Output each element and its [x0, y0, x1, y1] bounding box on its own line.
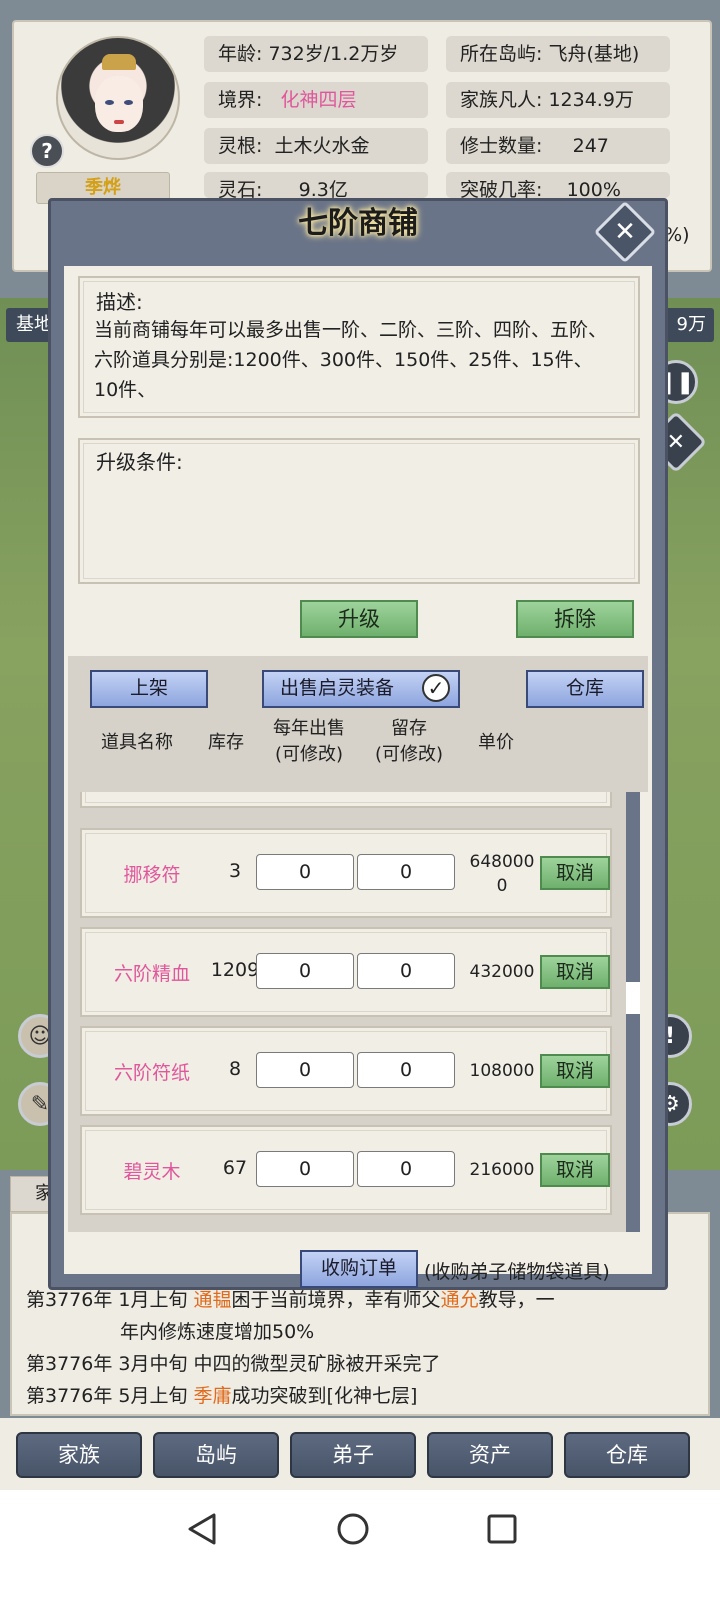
column-header-name: 道具名称 — [101, 732, 173, 753]
dialog-title: 七阶商铺 — [298, 206, 418, 241]
recents-icon[interactable] — [486, 1513, 518, 1545]
avatar-eye — [124, 100, 133, 105]
disciple-name: 季庸 — [193, 1385, 232, 1407]
breakthrough-stat: 突破几率: 100% — [446, 172, 670, 198]
age-stat: 年龄: 732岁/1.2万岁 — [204, 36, 428, 72]
nav-island-button[interactable]: 岛屿 — [153, 1432, 279, 1478]
yearly-sale-input[interactable]: 0 — [256, 854, 354, 890]
log-entry: 第3776年 5月上旬 季庸成功突破到[化神七层] — [26, 1385, 418, 1407]
nav-warehouse-button[interactable]: 仓库 — [564, 1432, 690, 1478]
reserve-input[interactable]: 0 — [357, 1052, 455, 1088]
spirit-root-stat: 灵根: 土木火水金 — [204, 128, 428, 164]
home-icon[interactable] — [336, 1512, 370, 1546]
table-row[interactable]: 六阶符纸 8 0 0 108000 取消 — [80, 1026, 612, 1116]
avatar-eye — [105, 100, 114, 105]
reserve-input[interactable]: 0 — [357, 953, 455, 989]
realm-stat: 境界: 化神四层 — [204, 82, 428, 118]
item-list[interactable]: 取消 挪移符 3 0 0 6480000 取消 六阶精血 1209 0 0 43… — [68, 792, 640, 1232]
checkmark-icon[interactable]: ✓ — [422, 674, 450, 702]
scrollbar-thumb[interactable] — [626, 982, 640, 1014]
log-entry: 第3776年 3月中旬 中四的微型灵矿脉被开采完了 — [26, 1353, 441, 1375]
table-row[interactable]: 六阶精血 1209 0 0 432000 取消 — [80, 927, 612, 1017]
table-row[interactable]: 取消 — [80, 792, 612, 808]
list-item-button[interactable]: 上架 — [90, 670, 208, 708]
yearly-sale-input[interactable]: 0 — [256, 953, 354, 989]
item-price: 108000 — [469, 1061, 535, 1081]
item-name: 挪移符 — [123, 864, 181, 886]
nav-family-button[interactable]: 家族 — [16, 1432, 142, 1478]
description-text: 当前商铺每年可以最多出售一阶、二阶、三阶、四阶、五阶、六阶道具分别是:1200件… — [94, 319, 608, 401]
column-header-stock: 库存 — [208, 732, 244, 753]
back-icon[interactable] — [186, 1512, 218, 1546]
cultivators-stat: 修士数量: 247 — [446, 128, 670, 164]
purchase-note: (收购弟子储物袋道具) — [424, 1261, 610, 1283]
item-price: 432000 — [469, 962, 535, 982]
spirit-stone-stat: 灵石: 9.3亿 — [204, 172, 428, 198]
log-entry: 年内修炼速度增加50% — [120, 1321, 315, 1343]
hair-ornament — [102, 54, 136, 70]
help-icon[interactable]: ? — [30, 134, 64, 168]
item-name: 六阶精血 — [113, 963, 190, 985]
cancel-button[interactable]: 取消 — [540, 1153, 610, 1187]
character-avatar[interactable] — [56, 36, 180, 160]
reserve-input[interactable]: 0 — [357, 854, 455, 890]
description-title: 描述: — [96, 290, 143, 314]
column-header-yearly-sale: 每年出售 (可修改) — [273, 718, 345, 765]
nav-disciple-button[interactable]: 弟子 — [290, 1432, 416, 1478]
column-header-price: 单价 — [478, 732, 514, 753]
column-header-reserve: 留存 (可修改) — [374, 718, 444, 765]
cancel-button[interactable]: 取消 — [540, 1054, 610, 1088]
item-name: 碧灵木 — [123, 1161, 181, 1183]
yearly-sale-input[interactable]: 0 — [256, 1052, 354, 1088]
cancel-button[interactable]: 取消 — [540, 856, 610, 890]
item-price: 216000 — [469, 1160, 535, 1180]
demolish-button[interactable]: 拆除 — [516, 600, 634, 638]
purchase-order-button[interactable]: 收购订单 — [300, 1250, 418, 1288]
upgrade-conditions-title: 升级条件: — [96, 450, 183, 474]
item-price: 648000 0 — [469, 852, 535, 896]
avatar-mouth — [114, 120, 124, 124]
mortals-stat: 家族凡人: 1234.9万 — [446, 82, 670, 118]
reserve-input[interactable]: 0 — [357, 1151, 455, 1187]
warehouse-button[interactable]: 仓库 — [526, 670, 644, 708]
cancel-button[interactable]: 取消 — [540, 955, 610, 989]
master-name: 通允 — [440, 1289, 479, 1311]
island-stat: 所在岛屿: 飞舟(基地) — [446, 36, 670, 72]
item-name: 六阶符纸 — [113, 1062, 190, 1084]
table-row[interactable]: 碧灵木 67 0 0 216000 取消 — [80, 1125, 612, 1215]
upgrade-button[interactable]: 升级 — [300, 600, 418, 638]
yearly-sale-input[interactable]: 0 — [256, 1151, 354, 1187]
table-row[interactable]: 挪移符 3 0 0 648000 0 取消 — [80, 828, 612, 918]
nav-assets-button[interactable]: 资产 — [427, 1432, 553, 1478]
disciple-name: 通韫 — [193, 1289, 232, 1311]
